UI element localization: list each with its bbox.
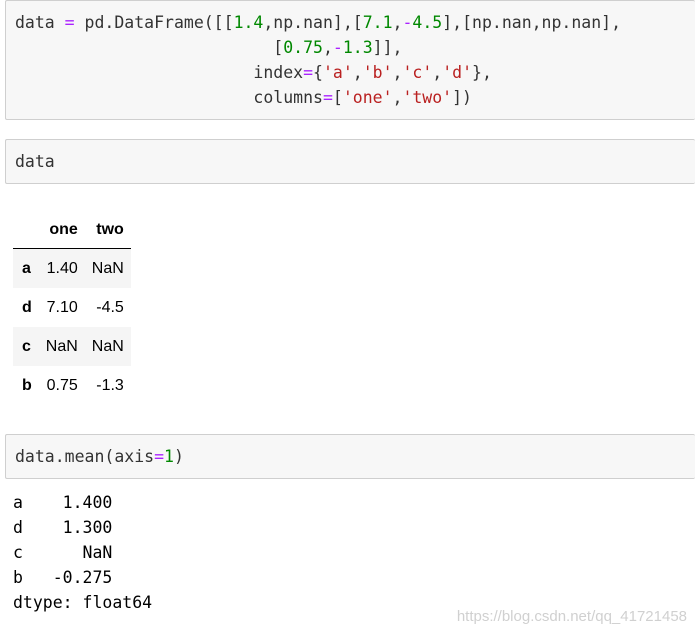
row-index: c: [22, 337, 31, 355]
column-header: one: [38, 212, 85, 249]
table-cell: 1.40: [46, 259, 78, 277]
dataframe-output: one two a 1.40 NaN d 7.10 -4.5 c NaN NaN…: [13, 212, 131, 405]
watermark: https://blog.csdn.net/qq_41721458: [456, 608, 687, 625]
output-line: b -0.275: [13, 568, 113, 587]
output-line: dtype: float64: [13, 593, 153, 612]
code-cell-dataframe[interactable]: data = pd.DataFrame([[1.4,np.nan],[7.1,-…: [5, 0, 695, 120]
output-line: a 1.400: [13, 493, 113, 512]
row-index: d: [22, 298, 32, 316]
table-row: a 1.40 NaN: [13, 248, 131, 288]
table-row: d 7.10 -4.5: [13, 288, 131, 327]
row-index: a: [22, 259, 31, 277]
table-cell: -4.5: [96, 298, 124, 316]
column-header: two: [84, 212, 131, 249]
output-line: d 1.300: [13, 518, 113, 537]
table-cell: NaN: [91, 337, 124, 355]
code-editor[interactable]: data.mean(axis=1): [6, 435, 695, 469]
table-cell: -1.3: [96, 376, 124, 394]
table-row: b 0.75 -1.3: [13, 366, 131, 405]
code-cell-data[interactable]: data: [5, 139, 695, 184]
index-header: [13, 212, 39, 249]
table-row: c NaN NaN: [13, 327, 131, 366]
code-editor[interactable]: data = pd.DataFrame([[1.4,np.nan],[7.1,-…: [6, 1, 695, 110]
code-cell-mean[interactable]: data.mean(axis=1): [5, 434, 695, 479]
table-cell: 0.75: [46, 376, 78, 394]
output-line: c NaN: [13, 543, 113, 562]
table-cell: NaN: [91, 259, 124, 277]
table-header-row: one two: [13, 212, 131, 249]
table-cell: 7.10: [46, 298, 78, 316]
code-editor[interactable]: data: [6, 140, 695, 174]
table-cell: NaN: [45, 337, 78, 355]
series-output: a 1.400 d 1.300 c NaN b -0.275 dtype: float6…: [13, 490, 152, 615]
row-index: b: [22, 376, 32, 394]
